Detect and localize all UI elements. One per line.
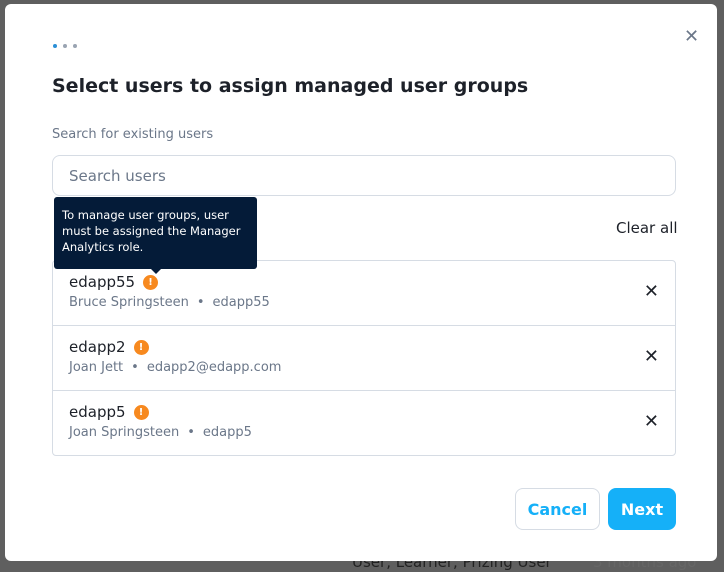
user-fullname: Bruce Springsteen bbox=[69, 295, 189, 310]
search-label: Search for existing users bbox=[52, 127, 214, 142]
separator: • bbox=[187, 425, 195, 440]
list-item: edapp2! Joan Jett • edapp2@edapp.com ✕ bbox=[53, 326, 675, 391]
step-indicator bbox=[53, 44, 77, 48]
next-button[interactable]: Next bbox=[608, 488, 676, 530]
step-dot bbox=[63, 44, 67, 48]
username: edapp55 bbox=[69, 273, 136, 291]
remove-user-icon[interactable]: ✕ bbox=[644, 346, 659, 367]
warning-tooltip: To manage user groups, user must be assi… bbox=[54, 197, 257, 274]
list-item: edapp5! Joan Springsteen • edapp5 ✕ bbox=[53, 391, 675, 456]
user-fullname: Joan Springsteen bbox=[69, 425, 180, 440]
step-dot bbox=[73, 44, 77, 48]
user-id: edapp5 bbox=[202, 425, 252, 440]
remove-user-icon[interactable]: ✕ bbox=[644, 281, 659, 302]
user-fullname: Joan Jett bbox=[69, 360, 124, 375]
search-input[interactable] bbox=[52, 155, 676, 196]
modal-title: Select users to assign managed user grou… bbox=[52, 75, 529, 97]
step-dot-active bbox=[53, 44, 57, 48]
assign-users-modal: ✕ Select users to assign managed user gr… bbox=[5, 4, 717, 561]
user-id: edapp2@edapp.com bbox=[146, 360, 282, 375]
warning-icon[interactable]: ! bbox=[133, 339, 149, 355]
warning-icon[interactable]: ! bbox=[143, 274, 159, 290]
separator: • bbox=[196, 295, 205, 310]
selected-users-list: edapp55! Bruce Springsteen • edapp55 ✕ eda… bbox=[52, 260, 676, 456]
list-item: edapp55! Bruce Springsteen • edapp55 ✕ bbox=[53, 261, 675, 326]
user-id: edapp55 bbox=[212, 295, 270, 310]
separator: • bbox=[131, 360, 139, 375]
remove-user-icon[interactable]: ✕ bbox=[644, 411, 659, 432]
username: edapp2 bbox=[69, 338, 126, 356]
close-icon[interactable]: ✕ bbox=[684, 26, 699, 47]
username: edapp5 bbox=[69, 403, 126, 421]
cancel-button[interactable]: Cancel bbox=[515, 488, 600, 530]
warning-icon[interactable]: ! bbox=[133, 404, 149, 420]
clear-all-button[interactable]: Clear all bbox=[616, 219, 678, 237]
